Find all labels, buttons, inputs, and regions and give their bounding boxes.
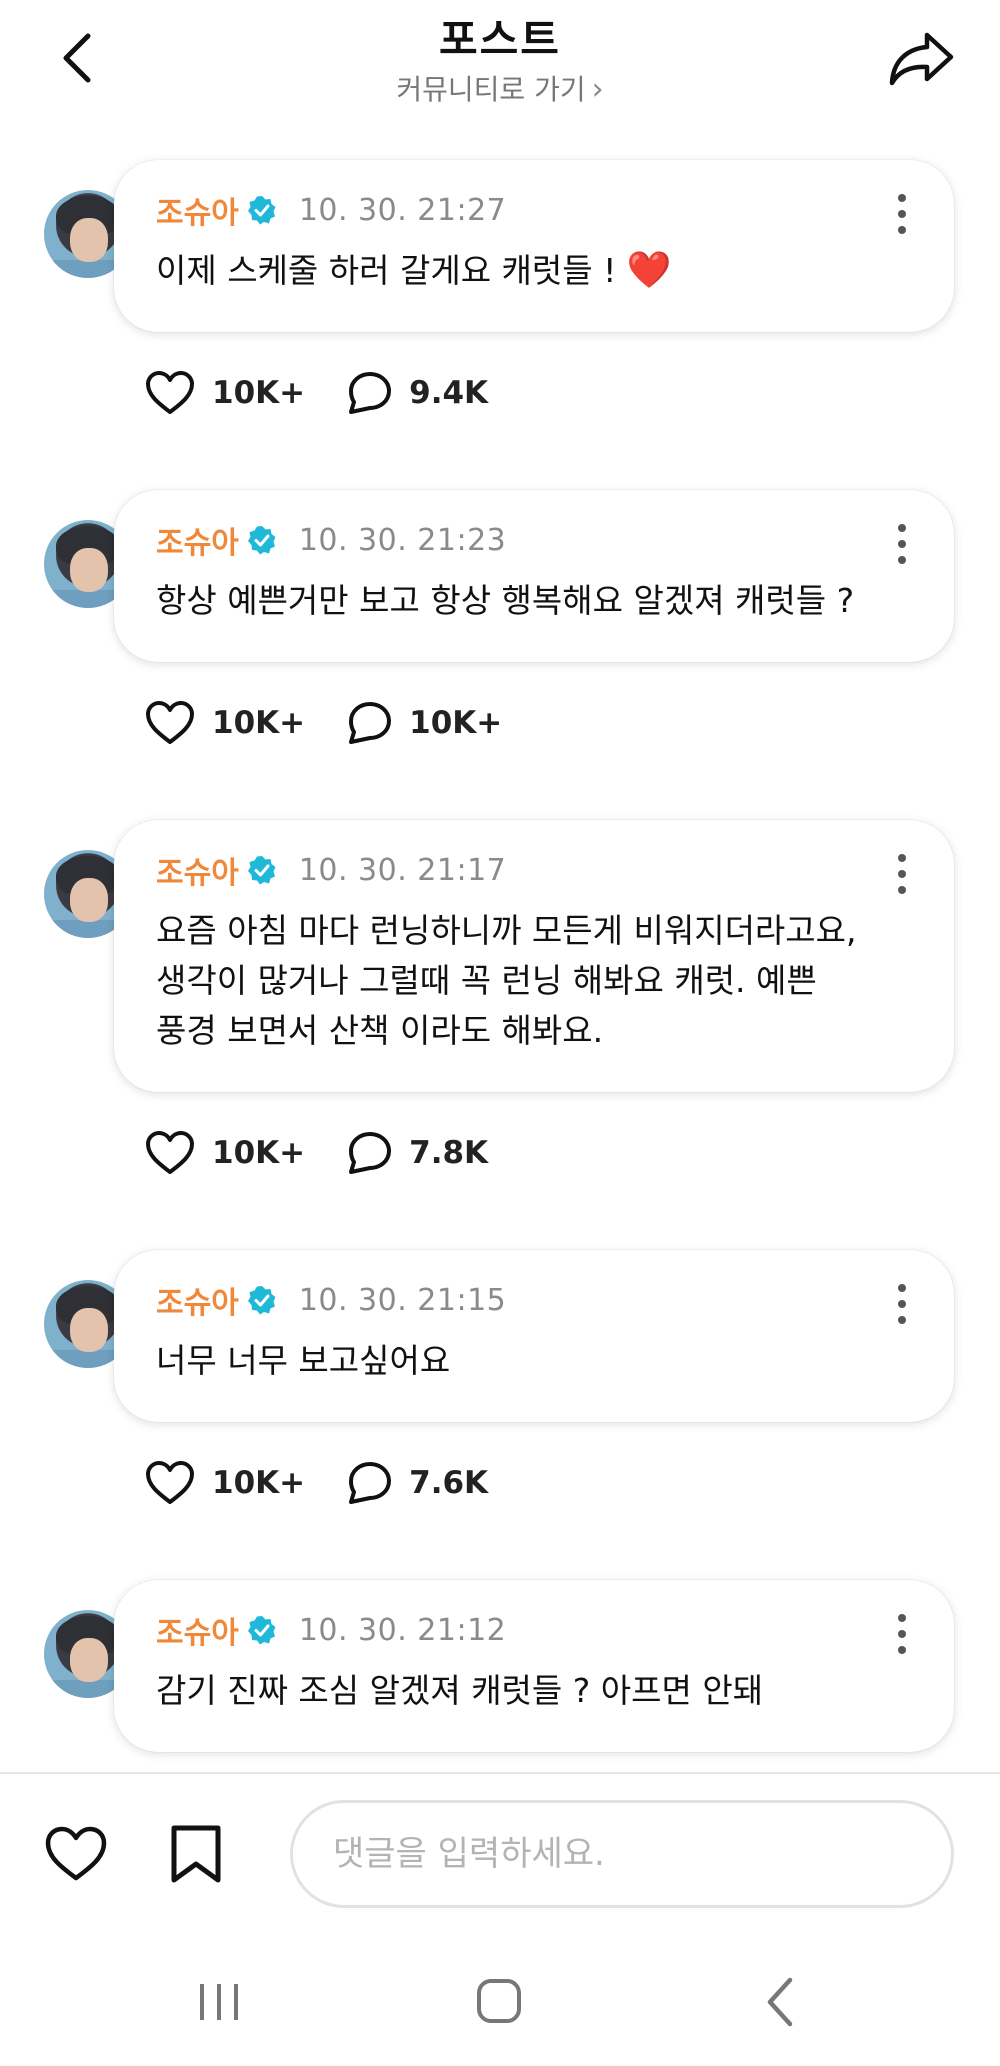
post-time: 10. 30. 21:23 (298, 522, 507, 558)
post-text: 항상 예쁜거만 보고 항상 행복해요 알겠져 캐럿들 ? (156, 581, 855, 620)
post-time: 10. 30. 21:17 (298, 852, 507, 888)
comment-bubble-icon (349, 702, 392, 744)
more-options-icon[interactable] (892, 1614, 912, 1654)
home-icon (477, 1979, 521, 2023)
verified-badge-icon (247, 1615, 277, 1645)
post-time: 10. 30. 21:15 (298, 1282, 507, 1318)
post-text: 감기 진짜 조심 알겠져 캐럿들 ? 아프면 안돼 (156, 1671, 764, 1710)
post-time: 10. 30. 21:27 (298, 192, 507, 228)
red-heart-emoji: ❤️ (626, 250, 672, 291)
post-text: 요즘 아침 마다 런닝하니까 모든게 비워지더라고요, 생각이 많거나 그럴때 … (156, 911, 857, 1050)
like-count: 10K+ (212, 1135, 306, 1171)
comment-bubble-icon (349, 1132, 392, 1174)
bookmark-outline-icon (171, 1825, 221, 1883)
comment-button[interactable]: 7.6K (347, 1460, 488, 1506)
verified-badge-icon (247, 525, 277, 555)
app-root: 포스트 커뮤니티로 가기 › 조슈아 10. 30. 21:27 이제 스케줄 하… (0, 0, 1000, 2066)
comment-count: 10K+ (409, 705, 503, 741)
heart-outline-icon (146, 1131, 194, 1174)
post-meta: 조슈아 10. 30. 21:27 (156, 188, 910, 232)
verified-badge-icon (247, 855, 277, 885)
page-title: 포스트 (439, 15, 561, 64)
post-actions: 10K+ 10K+ (144, 700, 544, 746)
back-icon (767, 1977, 793, 2027)
recent-apps-button[interactable] (196, 1980, 242, 2028)
heart-outline-icon (146, 701, 194, 744)
share-arrow-icon (889, 32, 954, 86)
comment-button[interactable]: 10K+ (347, 700, 502, 746)
comment-count: 7.8K (409, 1135, 489, 1171)
verified-badge-icon (247, 1285, 277, 1315)
comment-bar (0, 1772, 1000, 1922)
comment-input[interactable] (290, 1800, 954, 1908)
post-meta: 조슈아 10. 30. 21:12 (156, 1608, 910, 1652)
like-button[interactable]: 10K+ (144, 700, 305, 746)
heart-outline-icon (146, 1461, 194, 1504)
post-bubble: 조슈아 10. 30. 21:27 이제 스케줄 하러 갈게요 캐럿들 ! ❤️ (114, 160, 954, 332)
author-name[interactable]: 조슈아 (156, 1608, 239, 1652)
like-count: 10K+ (212, 375, 306, 411)
comment-count: 9.4K (409, 375, 489, 411)
post-bubble: 조슈아 10. 30. 21:15 너무 너무 보고싶어요 (114, 1250, 954, 1422)
author-name[interactable]: 조슈아 (156, 518, 239, 562)
post-text: 너무 너무 보고싶어요 (156, 1341, 451, 1380)
post-actions: 10K+ 9.4K (144, 370, 530, 416)
author-name[interactable]: 조슈아 (156, 188, 239, 232)
post-actions: 10K+ 7.8K (144, 1130, 530, 1176)
post-bubble: 조슈아 10. 30. 21:23 항상 예쁜거만 보고 항상 행복해요 알겠져… (114, 490, 954, 662)
post-meta: 조슈아 10. 30. 21:15 (156, 1278, 910, 1322)
post-text-content: 이제 스케줄 하러 갈게요 캐럿들 ! (156, 251, 627, 290)
author-name[interactable]: 조슈아 (156, 848, 239, 892)
post-time: 10. 30. 21:12 (298, 1612, 507, 1648)
heart-outline-icon (45, 1826, 107, 1881)
comment-bubble-icon (349, 372, 392, 414)
post-bubble: 조슈아 10. 30. 21:17 요즘 아침 마다 런닝하니까 모든게 비워지… (114, 820, 954, 1092)
like-button[interactable]: 10K+ (144, 1460, 305, 1506)
post-actions: 10K+ 7.6K (144, 1460, 530, 1506)
comment-button[interactable]: 7.8K (347, 1130, 488, 1176)
system-navigation-bar (0, 1940, 1000, 2066)
more-options-icon[interactable] (892, 854, 912, 894)
post-meta: 조슈아 10. 30. 21:23 (156, 518, 910, 562)
share-button[interactable] (880, 22, 964, 94)
comment-count: 7.6K (409, 1465, 489, 1501)
post-meta: 조슈아 10. 30. 21:17 (156, 848, 910, 892)
home-button[interactable] (474, 1976, 524, 2030)
comment-bubble-icon (349, 1462, 392, 1504)
heart-outline-icon (146, 371, 194, 414)
system-back-button[interactable] (762, 1974, 798, 2034)
comment-button[interactable]: 9.4K (347, 370, 488, 416)
more-options-icon[interactable] (892, 524, 912, 564)
chevron-right-icon: › (591, 72, 604, 107)
author-name[interactable]: 조슈아 (156, 1278, 239, 1322)
like-count: 10K+ (212, 1465, 306, 1501)
verified-badge-icon (247, 195, 277, 225)
community-link-label: 커뮤니티로 가기 (396, 73, 586, 106)
like-count: 10K+ (212, 705, 306, 741)
post-text: 이제 스케줄 하러 갈게요 캐럿들 ! ❤️ (156, 246, 910, 296)
like-button[interactable]: 10K+ (144, 370, 305, 416)
go-to-community-link[interactable]: 커뮤니티로 가기 › (0, 68, 1000, 108)
like-post-button[interactable] (44, 1826, 108, 1886)
more-options-icon[interactable] (892, 194, 912, 234)
more-options-icon[interactable] (892, 1284, 912, 1324)
recent-apps-icon (200, 1984, 238, 2020)
like-button[interactable]: 10K+ (144, 1130, 305, 1176)
bookmark-button[interactable] (168, 1824, 224, 1888)
post-bubble: 조슈아 10. 30. 21:12 감기 진짜 조심 알겠져 캐럿들 ? 아프면… (114, 1580, 954, 1752)
top-header: 포스트 커뮤니티로 가기 › (0, 0, 1000, 130)
